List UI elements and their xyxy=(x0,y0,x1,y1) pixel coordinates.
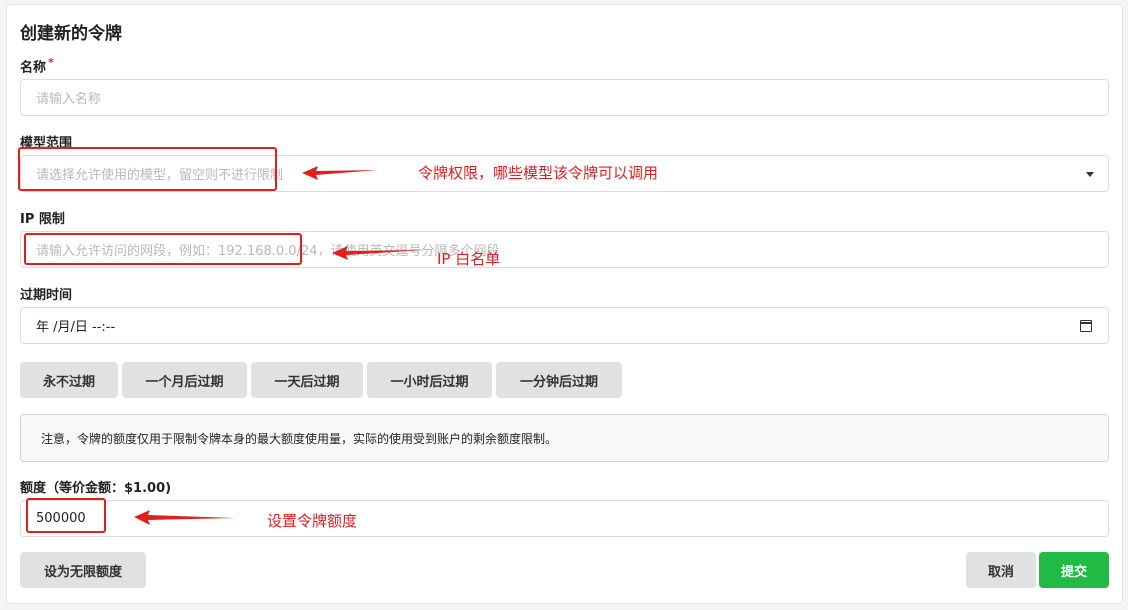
models-arrow-icon xyxy=(302,166,378,180)
quota-annotation: 设置令牌额度 xyxy=(267,512,358,530)
ip-annotation: IP 白名单 xyxy=(437,250,501,268)
ip-arrow-icon xyxy=(332,246,425,260)
annotation-arrows xyxy=(134,166,425,525)
models-annotation: 令牌权限，哪些模型该令牌可以调用 xyxy=(418,164,659,182)
quota-arrow-icon xyxy=(134,510,235,525)
